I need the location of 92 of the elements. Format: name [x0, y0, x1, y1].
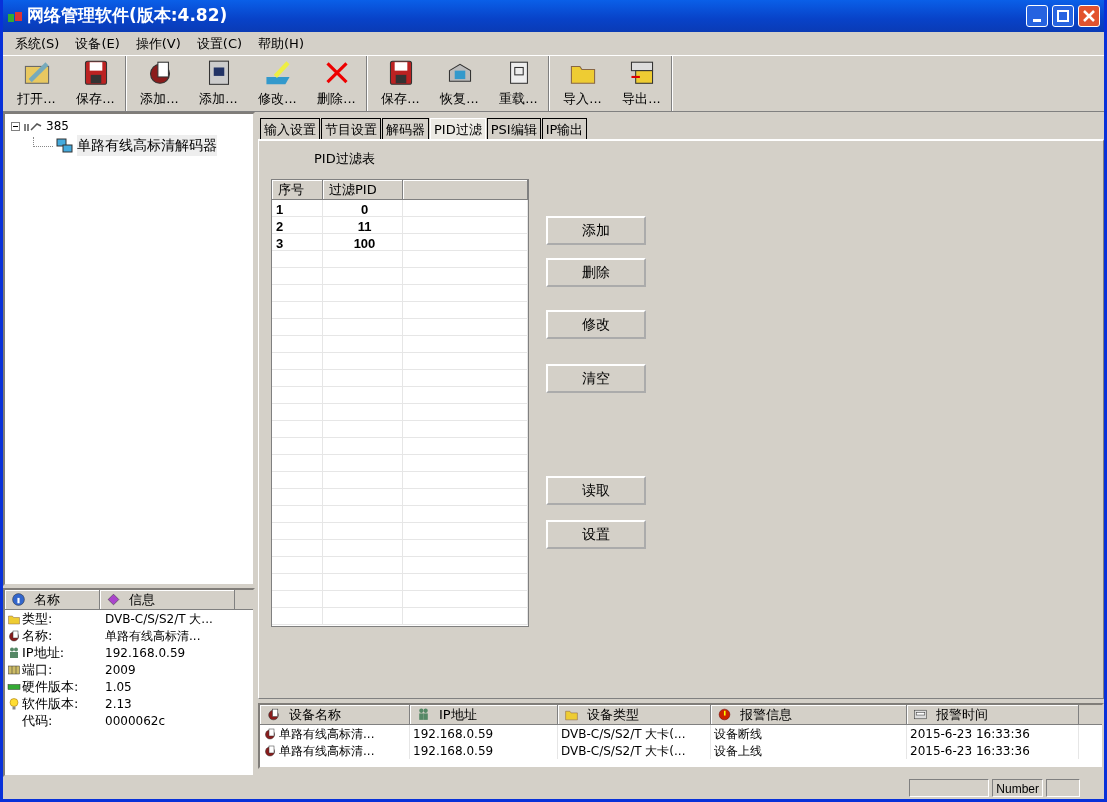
- table-cell: 1: [272, 200, 323, 216]
- table-cell: 11: [323, 217, 403, 233]
- property-value: 1.05: [105, 678, 132, 696]
- people-icon: [416, 707, 431, 722]
- table-cell-text: 单路有线高标清...: [279, 742, 375, 760]
- table-cell: 100: [323, 234, 403, 250]
- tab[interactable]: 节目设置: [321, 118, 381, 139]
- info-icon: [11, 592, 26, 607]
- property-name: 代码:: [22, 711, 53, 730]
- status-indicator: Number: [992, 779, 1043, 797]
- table-cell-text: DVB-C/S/S2/T 大卡(...: [561, 725, 686, 743]
- action-button[interactable]: 清空: [546, 364, 646, 393]
- menu-item[interactable]: 设备(E): [67, 33, 128, 54]
- tree-item[interactable]: 单路有线高标清解码器: [77, 135, 217, 156]
- action-button[interactable]: 设置: [546, 520, 646, 549]
- column-header: 过滤PID: [323, 180, 403, 199]
- close-button[interactable]: [1078, 5, 1100, 27]
- column-header: 报警时间: [907, 705, 1079, 724]
- tab[interactable]: PID过滤: [430, 118, 486, 139]
- minimize-icon: [1033, 19, 1041, 22]
- menu-item[interactable]: 操作(V): [127, 33, 189, 54]
- toolbar-button[interactable]: 添加...: [189, 56, 248, 111]
- tab[interactable]: IP输出: [541, 118, 588, 139]
- property-value: 单路有线高标清...: [105, 627, 201, 645]
- computers-icon: [56, 136, 74, 155]
- maximize-icon: [1057, 10, 1069, 22]
- action-button[interactable]: 修改: [546, 310, 646, 339]
- table-cell-text: 192.168.0.59: [413, 725, 494, 743]
- alarm-icon: [717, 707, 732, 722]
- table-cell-text: 设备上线: [714, 742, 762, 760]
- toolbar-button[interactable]: 修改...: [248, 56, 307, 111]
- toolbar-button[interactable]: 保存...: [371, 56, 430, 111]
- menu-item[interactable]: 设置(C): [188, 33, 251, 54]
- device-icon: [263, 726, 277, 741]
- window-title: 网络管理软件(版本:4.82): [27, 4, 229, 28]
- table-cell-text: 2015-6-23 16:33:36: [910, 725, 1030, 743]
- bulb-icon: [7, 696, 21, 711]
- column-header: 信息: [100, 590, 235, 609]
- status-pane: [1046, 779, 1080, 797]
- table-title: PID过滤表: [314, 150, 376, 167]
- column-header: IP地址: [410, 705, 558, 724]
- toolbar-button[interactable]: 导入...: [553, 56, 612, 111]
- device-icon: [7, 628, 21, 643]
- property-name: 类型:: [22, 609, 53, 628]
- tree-connector: [33, 136, 53, 147]
- device-icon: [263, 743, 277, 758]
- property-name: IP地址:: [22, 643, 65, 662]
- menu-item[interactable]: 系统(S): [7, 33, 68, 54]
- tree-item[interactable]: 385: [46, 117, 69, 135]
- toolbar-button[interactable]: 添加...: [130, 56, 189, 111]
- property-value: 2009: [105, 661, 136, 679]
- column-header: 序号: [272, 180, 323, 199]
- table-cell: 2: [272, 217, 323, 233]
- property-value: 192.168.0.59: [105, 644, 186, 662]
- column-header: 名称: [5, 590, 100, 609]
- property-name: 端口:: [22, 660, 53, 679]
- tab[interactable]: PSI编辑: [486, 118, 541, 139]
- expand-toggle[interactable]: [11, 121, 20, 131]
- toolbar-button[interactable]: 恢复...: [430, 56, 489, 111]
- toolbar-button[interactable]: 重载...: [489, 56, 548, 111]
- minimize-button[interactable]: [1026, 5, 1048, 27]
- property-name: 名称:: [22, 626, 53, 645]
- toolbar-button[interactable]: 打开...: [7, 56, 66, 111]
- table-cell-text: 2015-6-23 16:33:36: [910, 742, 1030, 760]
- action-button[interactable]: 读取: [546, 476, 646, 505]
- property-value: DVB-C/S/S2/T 大...: [105, 610, 213, 628]
- action-button[interactable]: 删除: [546, 258, 646, 287]
- action-button[interactable]: 添加: [546, 216, 646, 245]
- tab[interactable]: 解码器: [382, 118, 429, 139]
- tab[interactable]: 输入设置: [260, 118, 320, 139]
- port-icon: [7, 662, 21, 677]
- people-icon: [7, 645, 21, 660]
- table-cell-text: 192.168.0.59: [413, 742, 494, 760]
- toolbar-button[interactable]: 删除...: [307, 56, 366, 111]
- table-cell-text: 单路有线高标清...: [279, 725, 375, 743]
- column-header: 设备名称: [260, 705, 410, 724]
- property-value: 0000062c: [105, 712, 166, 730]
- maximize-button[interactable]: [1052, 5, 1074, 27]
- menu-item[interactable]: 帮助(H): [250, 33, 312, 54]
- property-value: 2.13: [105, 695, 132, 713]
- close-icon: [1083, 10, 1095, 22]
- property-name: 硬件版本:: [22, 677, 79, 696]
- column-header: 设备类型: [558, 705, 711, 724]
- property-name: 软件版本:: [22, 694, 79, 713]
- table-cell-text: 设备断线: [714, 725, 762, 743]
- column-header: 报警信息: [711, 705, 907, 724]
- table-cell: 0: [323, 200, 403, 216]
- toolbar-button[interactable]: 导出...: [612, 56, 671, 111]
- table-cell: 3: [272, 234, 323, 250]
- toolbar-button[interactable]: 保存...: [66, 56, 125, 111]
- table-cell-text: DVB-C/S/S2/T 大卡(...: [561, 742, 686, 760]
- device-icon: [266, 707, 281, 722]
